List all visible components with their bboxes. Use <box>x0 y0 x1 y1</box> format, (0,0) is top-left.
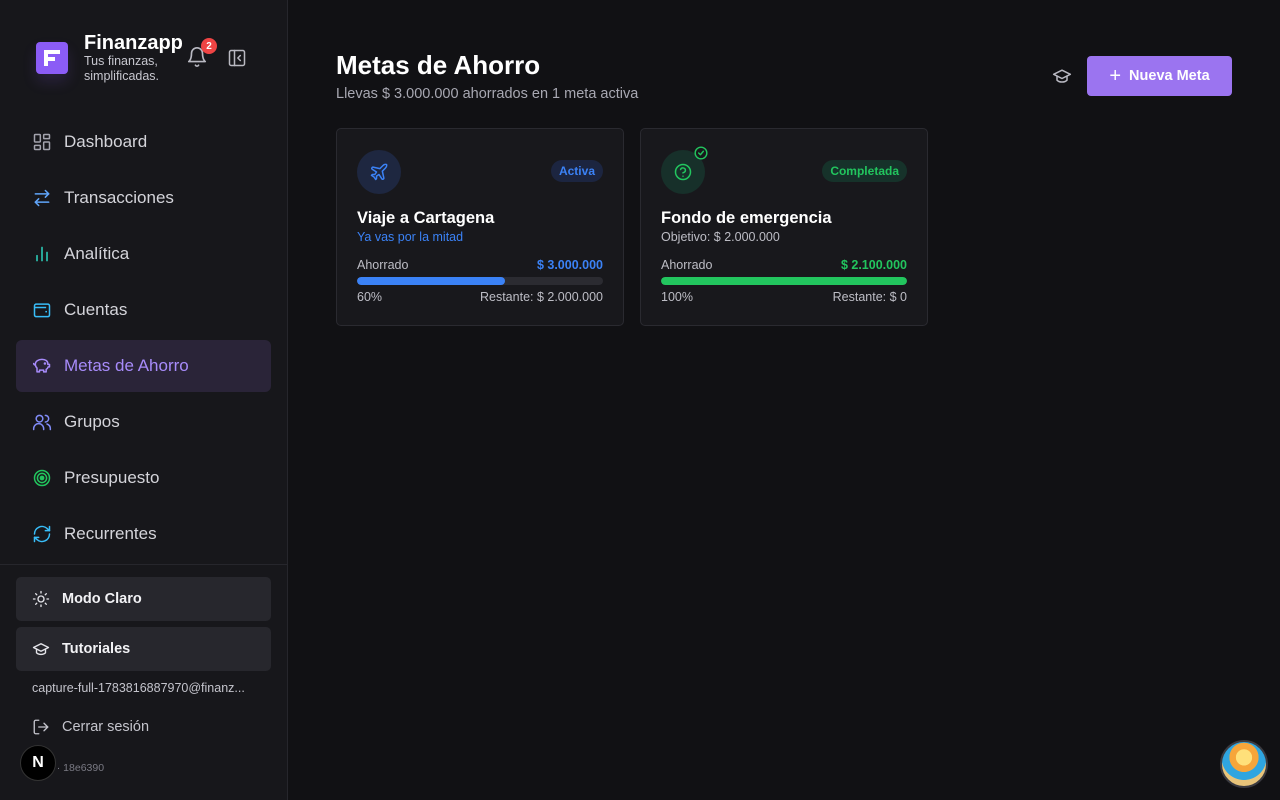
sidebar-item-label: Grupos <box>64 412 120 431</box>
progress-bar <box>661 277 907 285</box>
users-icon <box>32 412 52 432</box>
plane-icon <box>357 150 401 194</box>
sidebar: Finanzapp Tus finanzas, simplificadas. 2… <box>0 0 288 800</box>
saved-amount: $ 3.000.000 <box>536 258 603 272</box>
wallet-icon <box>32 300 52 320</box>
sidebar-item-label: Cuentas <box>64 300 128 319</box>
graduation-cap-icon[interactable] <box>1052 66 1072 86</box>
goal-card[interactable]: Completada Fondo de emergencia Objetivo:… <box>640 128 928 326</box>
progress-percent: 100% <box>661 290 693 304</box>
brand[interactable]: Finanzapp Tus finanzas, simplificadas. <box>36 32 184 84</box>
goal-title: Viaje a Cartagena <box>357 209 495 227</box>
tutorials-label: Tutoriales <box>62 641 131 657</box>
goal-card[interactable]: Activa Viaje a Cartagena Ya vas por la m… <box>336 128 624 326</box>
theme-toggle-label: Modo Claro <box>62 591 142 607</box>
sidebar-item-label: Dashboard <box>64 132 148 151</box>
sidebar-item-label: Presupuesto <box>64 468 160 487</box>
progress-fill <box>357 277 505 285</box>
saved-label: Ahorrado <box>661 258 713 272</box>
sidebar-nav: Dashboard Transacciones Analítica Cuenta… <box>16 116 271 564</box>
sidebar-item-label: Transacciones <box>64 188 174 207</box>
app-tagline: Tus finanzas, simplificadas. <box>84 54 160 83</box>
piggy-bank-icon <box>32 356 52 376</box>
logout-label: Cerrar sesión <box>62 719 150 735</box>
progress-fill <box>661 277 907 285</box>
app-name: Finanzapp <box>84 32 183 54</box>
assistant-avatar[interactable] <box>1220 740 1268 788</box>
version-text: 0 · 18e6390 <box>48 762 105 774</box>
check-circle-icon <box>694 146 708 160</box>
dashboard-icon <box>32 132 52 152</box>
sidebar-item-cuentas[interactable]: Cuentas <box>16 284 271 336</box>
sidebar-item-transacciones[interactable]: Transacciones <box>16 172 271 224</box>
sidebar-item-analitica[interactable]: Analítica <box>16 228 271 280</box>
sidebar-item-grupos[interactable]: Grupos <box>16 396 271 448</box>
tutorials-button[interactable]: Tutoriales <box>16 627 271 671</box>
goal-title: Fondo de emergencia <box>661 209 832 227</box>
page-subtitle: Llevas $ 3.000.000 ahorrados en 1 meta a… <box>336 86 639 102</box>
sidebar-item-recurrentes[interactable]: Recurrentes <box>16 508 271 560</box>
saved-label: Ahorrado <box>357 258 409 272</box>
sidebar-item-dashboard[interactable]: Dashboard <box>16 116 271 168</box>
arrows-swap-icon <box>32 188 52 208</box>
logout-button[interactable]: Cerrar sesión <box>32 718 149 736</box>
bar-chart-icon <box>32 244 52 264</box>
progress-percent: 60% <box>357 290 383 304</box>
target-icon <box>32 468 52 488</box>
sidebar-item-presupuesto[interactable]: Presupuesto <box>16 452 271 504</box>
saved-amount: $ 2.100.000 <box>840 258 907 272</box>
sidebar-divider <box>0 564 287 565</box>
sidebar-item-label: Metas de Ahorro <box>64 356 189 375</box>
new-goal-label: Nueva Meta <box>1129 68 1210 84</box>
app-logo <box>36 42 68 74</box>
notification-badge: 2 <box>201 38 217 54</box>
sidebar-item-label: Analítica <box>64 244 130 263</box>
remaining-amount: Restante: $ 2.000.000 <box>479 290 603 304</box>
goal-subtitle: Ya vas por la mitad <box>357 230 464 244</box>
plus-icon: + <box>1109 65 1122 87</box>
refresh-icon <box>32 524 52 544</box>
graduation-cap-icon <box>32 640 50 658</box>
sidebar-item-metas-de-ahorro[interactable]: Metas de Ahorro <box>16 340 271 392</box>
status-badge: Completada <box>822 160 907 182</box>
sun-icon <box>32 590 50 608</box>
sidebar-item-label: Recurrentes <box>64 524 157 543</box>
progress-bar <box>357 277 603 285</box>
logout-icon <box>32 718 50 736</box>
dev-tools-badge[interactable]: N <box>20 745 56 781</box>
status-badge: Activa <box>550 160 603 182</box>
theme-toggle-button[interactable]: Modo Claro <box>16 577 271 621</box>
remaining-amount: Restante: $ 0 <box>832 290 907 304</box>
new-goal-button[interactable]: + Nueva Meta <box>1087 56 1232 96</box>
page-title: Metas de Ahorro <box>336 50 541 80</box>
collapse-sidebar-icon[interactable] <box>227 48 247 68</box>
goal-subtitle: Objetivo: $ 2.000.000 <box>661 230 780 244</box>
user-email: capture-full-1783816887970@finanz... <box>32 681 245 695</box>
